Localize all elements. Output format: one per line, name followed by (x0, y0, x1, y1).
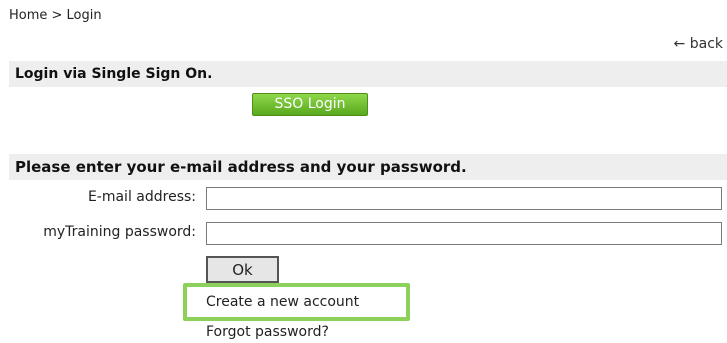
login-section-heading: Please enter your e-mail address and you… (9, 154, 727, 180)
ok-button[interactable]: Ok (206, 256, 279, 283)
back-link[interactable]: ← back (674, 36, 723, 52)
sso-login-button[interactable]: SSO Login (252, 93, 368, 116)
email-label: E-mail address: (87, 189, 196, 205)
sso-section-heading: Login via Single Sign On. (9, 61, 727, 87)
password-field[interactable] (206, 222, 722, 245)
password-label: myTraining password: (43, 224, 196, 240)
create-account-link[interactable]: Create a new account (206, 294, 359, 310)
login-page: Home > Login ← back Login via Single Sig… (0, 0, 727, 343)
breadcrumb: Home > Login (9, 8, 102, 23)
forgot-password-link[interactable]: Forgot password? (206, 324, 329, 340)
email-field[interactable] (206, 187, 722, 210)
